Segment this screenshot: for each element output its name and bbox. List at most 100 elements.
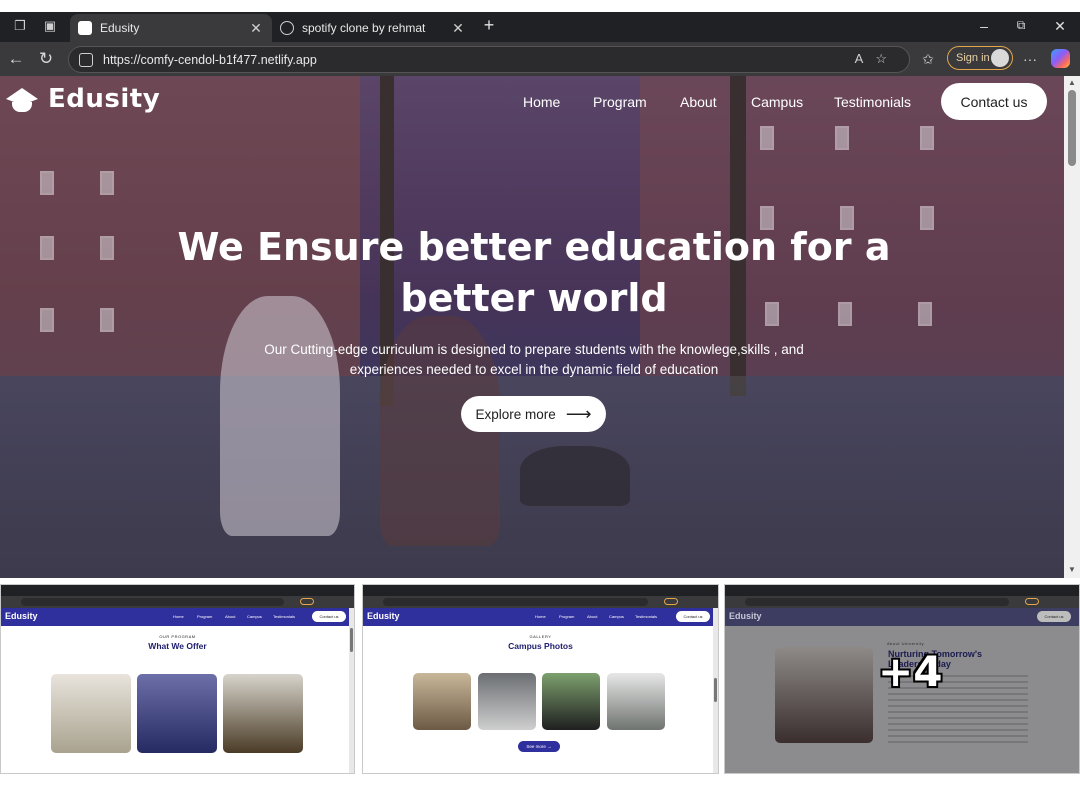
mini-nav-home: Home — [173, 614, 184, 619]
student-figure — [220, 296, 340, 536]
nav-about[interactable]: About — [680, 94, 717, 110]
hero-subtitle-line: experiences needed to excel in the dynam… — [349, 362, 719, 377]
nav-testimonials[interactable]: Testimonials — [834, 94, 911, 110]
section-heading: Campus Photos — [508, 641, 573, 651]
program-card-graduation[interactable] — [51, 674, 131, 753]
window — [918, 302, 932, 326]
site-info-icon[interactable] — [79, 52, 93, 67]
refresh-icon[interactable]: ↻ — [36, 49, 56, 69]
campus-photo[interactable] — [542, 673, 600, 730]
window — [760, 126, 774, 150]
section-heading: What We Offer — [148, 641, 207, 651]
explore-more-button[interactable]: Explore more ⟶ — [461, 396, 606, 432]
campus-photo[interactable] — [413, 673, 471, 730]
mini-brand: Edusity — [729, 611, 762, 621]
scrollbar-thumb[interactable] — [1068, 90, 1076, 166]
window — [40, 171, 54, 195]
window — [835, 126, 849, 150]
window — [100, 171, 114, 195]
hero-section: Edusity Home Program About Campus Testim… — [0, 76, 1064, 578]
program-card-post-graduation[interactable] — [223, 674, 303, 753]
window — [40, 308, 54, 332]
mini-nav-testimonials: Testimonials — [635, 614, 658, 619]
new-tab-icon[interactable]: + — [479, 15, 499, 36]
mini-brand: Edusity — [5, 611, 38, 621]
window — [920, 206, 934, 230]
hero-subtitle-line: Our Cutting-edge curriculum is designed … — [264, 342, 804, 357]
globe-icon — [280, 21, 294, 35]
mini-nav-campus: Campus — [247, 614, 262, 619]
hero-subtitle: Our Cutting-edge curriculum is designed … — [240, 340, 828, 380]
section-subtitle: OUR PROGRAM — [159, 634, 196, 639]
scroll-up-icon[interactable]: ▲ — [1068, 78, 1076, 87]
site-logo[interactable]: Edusity — [6, 84, 160, 114]
section-subtitle: GALLERY — [529, 634, 552, 639]
campus-photo[interactable] — [607, 673, 665, 730]
brand-name: Edusity — [48, 84, 161, 114]
mini-contact-button: Contact us — [312, 611, 346, 622]
favorites-icon[interactable]: ✩ — [918, 49, 938, 69]
sign-in-button[interactable]: Sign in — [947, 46, 1013, 70]
window — [100, 236, 114, 260]
section-subtitle: About University — [887, 641, 925, 646]
tab-spotify-clone[interactable]: spotify clone by rehmat ✕ — [272, 14, 474, 42]
tab-title: spotify clone by rehmat — [302, 21, 426, 35]
contact-us-button[interactable]: Contact us — [941, 83, 1047, 120]
tab-actions-icon[interactable]: ▣ — [42, 18, 58, 34]
mini-nav-home: Home — [535, 614, 546, 619]
hero-title-line: better world — [400, 276, 668, 320]
nav-campus[interactable]: Campus — [751, 94, 803, 110]
url-text: https://comfy-cendol-b1f477.netlify.app — [103, 52, 317, 67]
tab-edusity[interactable]: Edusity ✕ — [70, 14, 272, 42]
page-scrollbar[interactable]: ▲ ▼ — [1064, 76, 1080, 578]
close-tab-icon[interactable]: ✕ — [450, 20, 466, 37]
tab-bar: ❐ ▣ Edusity ✕ spotify clone by rehmat ✕ … — [0, 12, 1080, 42]
arrow-right-icon: ⟶ — [565, 403, 592, 424]
minimize-icon[interactable]: – — [974, 18, 994, 34]
read-aloud-favorite-icons[interactable]: A☆ — [855, 51, 899, 67]
close-tab-icon[interactable]: ✕ — [248, 20, 264, 37]
contact-us-label: Contact us — [960, 93, 1028, 110]
mini-nav-testimonials: Testimonials — [273, 614, 296, 619]
back-icon[interactable]: ← — [6, 49, 26, 69]
window — [920, 126, 934, 150]
hero-title: We Ensure better education for a better … — [160, 222, 908, 324]
hero-title-line: We Ensure better education for a — [177, 225, 891, 269]
restore-icon[interactable]: ⧉ — [1011, 18, 1031, 33]
mini-contact-button: Contact us — [676, 611, 710, 622]
campus-photo[interactable] — [478, 673, 536, 730]
close-icon[interactable]: ✕ — [1050, 18, 1070, 35]
mini-nav-about: About — [587, 614, 598, 619]
window — [100, 308, 114, 332]
sign-in-label: Sign in — [956, 52, 990, 64]
mini-brand: Edusity — [367, 611, 400, 621]
see-more-label: See more — [526, 744, 546, 749]
mini-nav-program: Program — [197, 614, 213, 619]
screenshot-thumbnail-campus[interactable]: Edusity Home Program About Campus Testim… — [362, 584, 719, 774]
avatar-icon — [991, 49, 1009, 67]
mini-nav-campus: Campus — [609, 614, 624, 619]
edusity-favicon-icon — [78, 21, 92, 35]
more-icon[interactable]: ··· — [1020, 49, 1040, 69]
screenshot-thumbnail-programs[interactable]: Edusity Home Program About Campus Testim… — [0, 584, 355, 774]
mini-contact-button: Contact us — [1037, 611, 1071, 622]
mini-nav-program: Program — [559, 614, 575, 619]
mini-nav-about: About — [225, 614, 236, 619]
toolbar: ← ↻ https://comfy-cendol-b1f477.netlify.… — [0, 42, 1080, 76]
graduation-cap-icon — [6, 84, 38, 114]
program-card-masters[interactable] — [137, 674, 217, 753]
workspaces-icon[interactable]: ❐ — [12, 18, 28, 34]
tab-title: Edusity — [100, 21, 140, 35]
nav-home[interactable]: Home — [523, 94, 560, 110]
window — [40, 236, 54, 260]
copilot-icon[interactable] — [1051, 49, 1070, 68]
about-photo[interactable] — [775, 647, 873, 743]
address-bar[interactable]: https://comfy-cendol-b1f477.netlify.app … — [68, 46, 910, 73]
nav-program[interactable]: Program — [593, 94, 647, 110]
scroll-down-icon[interactable]: ▼ — [1068, 565, 1076, 574]
more-screenshots-badge[interactable]: +4 — [878, 647, 942, 696]
explore-more-label: Explore more — [475, 406, 556, 422]
screenshot-thumbnail-about[interactable]: Edusity Contact us About University Nurt… — [724, 584, 1080, 774]
see-more-button[interactable]: See more → — [518, 741, 560, 752]
backpack — [520, 446, 630, 506]
